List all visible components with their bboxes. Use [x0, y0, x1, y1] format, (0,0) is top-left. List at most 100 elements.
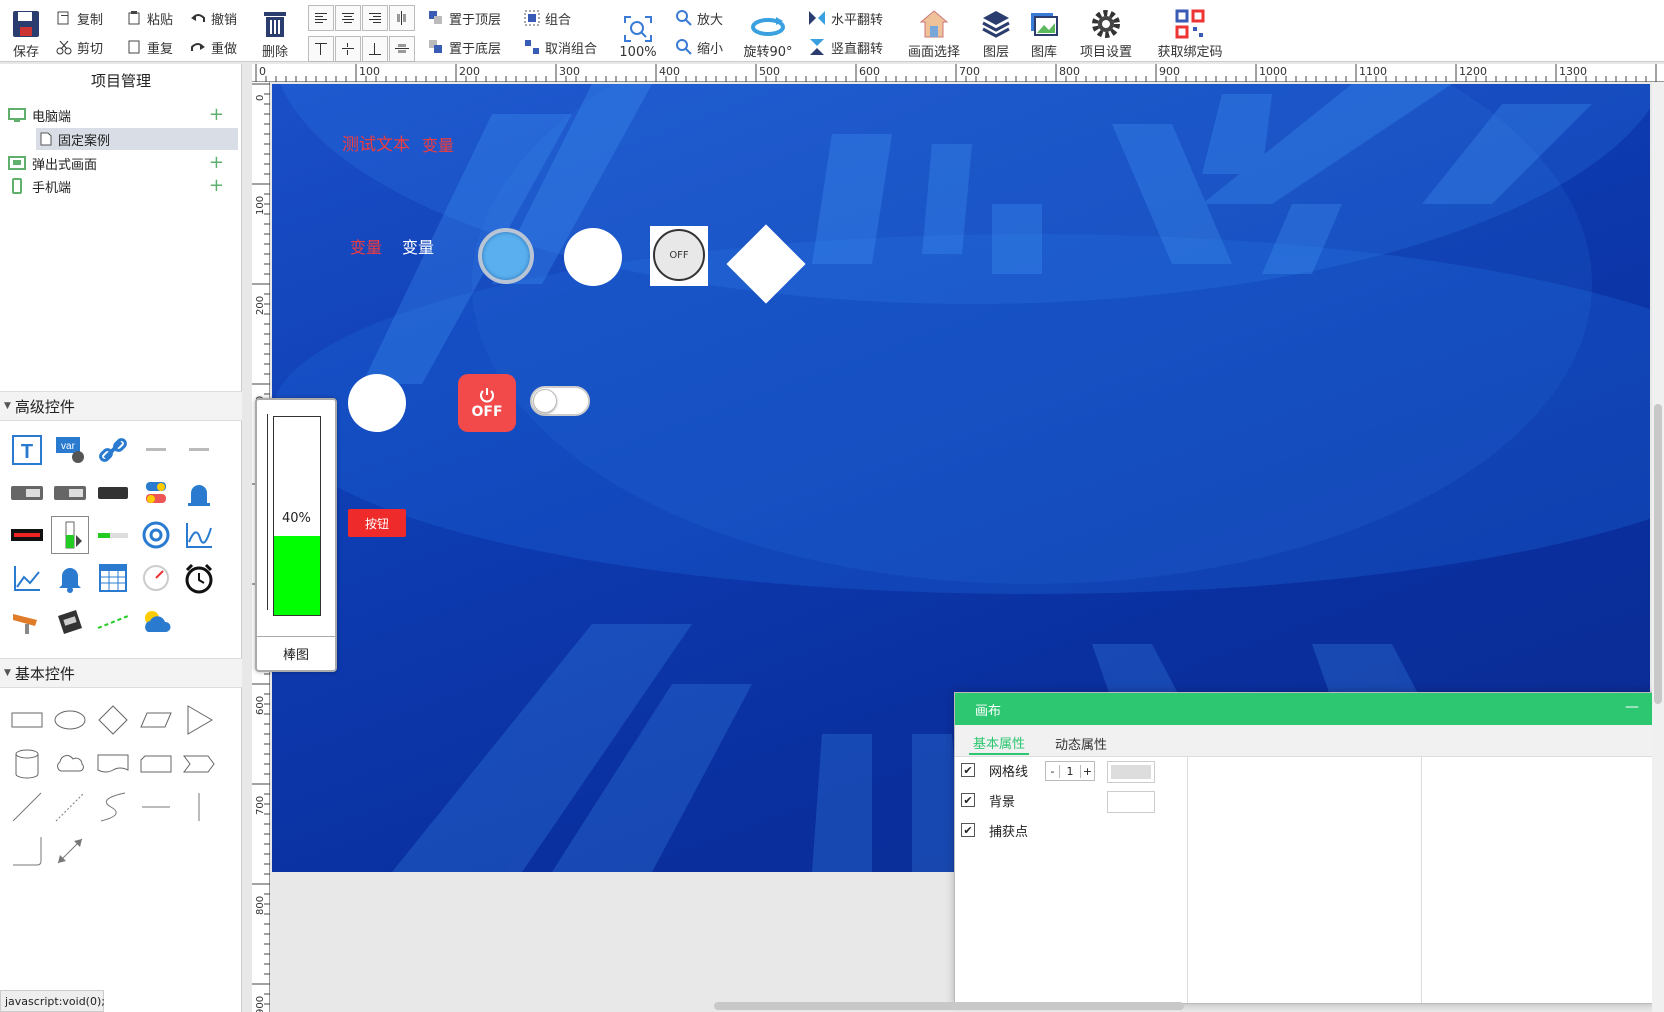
shape-cloud[interactable] [51, 745, 89, 783]
align-left-button[interactable] [308, 5, 334, 31]
canvas-button[interactable]: 按钮 [348, 509, 406, 537]
shape-rectangle[interactable] [8, 701, 46, 739]
tree-item-fixed-case[interactable]: 固定案例 [36, 128, 238, 150]
shape-dashed-line[interactable] [51, 788, 89, 826]
control-clock[interactable] [180, 559, 218, 597]
align-center-button[interactable] [335, 5, 361, 31]
shape-vline[interactable] [180, 788, 218, 826]
vertical-scrollbar[interactable] [1652, 82, 1664, 1012]
zoom-reset-button[interactable]: 100% [618, 2, 658, 60]
grid-checkbox[interactable]: ✔ [961, 763, 975, 777]
grid-color-picker[interactable] [1107, 761, 1155, 783]
distribute-v-button[interactable] [389, 36, 415, 62]
control-camera[interactable] [8, 603, 46, 641]
control-ring[interactable] [137, 516, 175, 554]
control-variable[interactable]: var [51, 431, 89, 469]
layers-button[interactable]: 图层 [978, 2, 1014, 60]
tree-item-pc[interactable]: 电脑端 + [8, 104, 238, 126]
indicator-light-white[interactable] [564, 228, 622, 286]
grid-plus-button[interactable]: + [1080, 764, 1094, 778]
control-pipe[interactable] [94, 603, 132, 641]
toggle-switch[interactable] [530, 386, 590, 416]
bar-chart-preview[interactable]: 40% 棒图 [255, 398, 337, 672]
control-alarm-light[interactable] [180, 474, 218, 512]
paste-button[interactable]: 粘贴 [126, 7, 173, 29]
shape-line[interactable] [8, 788, 46, 826]
control-link[interactable] [94, 431, 132, 469]
shape-chevron[interactable] [180, 745, 218, 783]
redo-button[interactable]: 重做 [190, 36, 237, 58]
control-weather[interactable] [137, 603, 175, 641]
snap-checkbox[interactable]: ✔ [961, 823, 975, 837]
add-mobile-icon[interactable]: + [209, 177, 224, 195]
align-right-button[interactable] [362, 5, 388, 31]
control-led-number[interactable] [8, 516, 46, 554]
gallery-button[interactable]: 图库 [1026, 2, 1062, 60]
control-button[interactable] [94, 474, 132, 512]
flip-horizontal-button[interactable]: 水平翻转 [808, 7, 883, 29]
flip-vertical-button[interactable]: 竖直翻转 [808, 36, 883, 58]
bring-top-button[interactable]: 置于顶层 [428, 7, 501, 29]
grid-stepper[interactable]: - 1 + [1045, 761, 1095, 781]
shape-document[interactable] [94, 745, 132, 783]
variable-label-white[interactable]: 变量 [402, 234, 434, 258]
control-number-12[interactable] [51, 474, 89, 512]
background-color-picker[interactable] [1107, 791, 1155, 813]
screen-select-button[interactable]: 画面选择 [904, 2, 964, 60]
shape-ellipse[interactable] [51, 701, 89, 739]
add-pc-icon[interactable]: + [209, 106, 224, 124]
indicator-light-blue[interactable] [478, 228, 534, 284]
align-bottom-button[interactable] [362, 36, 388, 62]
rotate-button[interactable]: 旋转90° [740, 2, 796, 60]
shape-hline[interactable] [137, 788, 175, 826]
control-table[interactable] [94, 559, 132, 597]
basic-controls-header[interactable]: ▼ 基本控件 [0, 658, 242, 688]
circle-shape[interactable] [348, 374, 406, 432]
control-bar-chart[interactable] [51, 516, 89, 554]
control-history-curve[interactable] [8, 559, 46, 597]
shape-diamond[interactable] [94, 701, 132, 739]
tab-dynamic-properties[interactable]: 动态属性 [1055, 731, 1107, 755]
power-off-button[interactable]: OFF [458, 374, 516, 432]
off-knob-switch[interactable]: OFF [650, 226, 708, 286]
shape-curve[interactable] [94, 788, 132, 826]
variable-label-red[interactable]: 变量 [350, 234, 382, 258]
control-progress[interactable] [94, 516, 132, 554]
test-text-label[interactable]: 测试文本 [342, 130, 410, 155]
align-top-button[interactable] [308, 36, 334, 62]
shape-elbow-line[interactable] [8, 832, 46, 870]
control-number-01[interactable] [8, 474, 46, 512]
align-middle-button[interactable] [335, 36, 361, 62]
add-popup-icon[interactable]: + [209, 154, 224, 172]
control-indicator[interactable] [137, 474, 175, 512]
shape-parallelogram[interactable] [137, 701, 175, 739]
copy-button[interactable]: 复制 [56, 7, 103, 29]
save-button[interactable]: 保存 [8, 2, 44, 60]
vertical-scrollbar-thumb[interactable] [1654, 404, 1662, 704]
shape-card[interactable] [137, 745, 175, 783]
undo-button[interactable]: 撤销 [190, 7, 237, 29]
delete-button[interactable]: 删除 [258, 2, 292, 60]
group-button[interactable]: 组合 [524, 7, 571, 29]
tree-item-popup[interactable]: 弹出式画面 + [8, 152, 238, 174]
variable-label-top[interactable]: 变量 [422, 132, 454, 156]
cut-button[interactable]: 剪切 [56, 36, 103, 58]
zoom-out-button[interactable]: 缩小 [676, 36, 723, 58]
control-meter[interactable] [51, 603, 89, 641]
repeat-button[interactable]: 重复 [126, 36, 173, 58]
shape-triangle[interactable] [180, 701, 218, 739]
control-gauge[interactable] [137, 559, 175, 597]
shape-cylinder[interactable] [8, 745, 46, 783]
ungroup-button[interactable]: 取消组合 [524, 36, 597, 58]
horizontal-scrollbar-thumb[interactable] [714, 1002, 1184, 1010]
grid-value[interactable]: 1 [1060, 765, 1080, 778]
project-settings-button[interactable]: 项目设置 [1076, 2, 1136, 60]
get-bind-code-button[interactable]: 获取绑定码 [1152, 2, 1228, 60]
send-bottom-button[interactable]: 置于底层 [428, 36, 501, 58]
shape-arrow-line[interactable] [51, 832, 89, 870]
background-checkbox[interactable]: ✔ [961, 793, 975, 807]
control-text[interactable]: T [8, 431, 46, 469]
tree-item-mobile[interactable]: 手机端 + [8, 175, 238, 197]
minimize-button[interactable]: — [1625, 699, 1639, 715]
distribute-h-button[interactable] [389, 5, 415, 31]
